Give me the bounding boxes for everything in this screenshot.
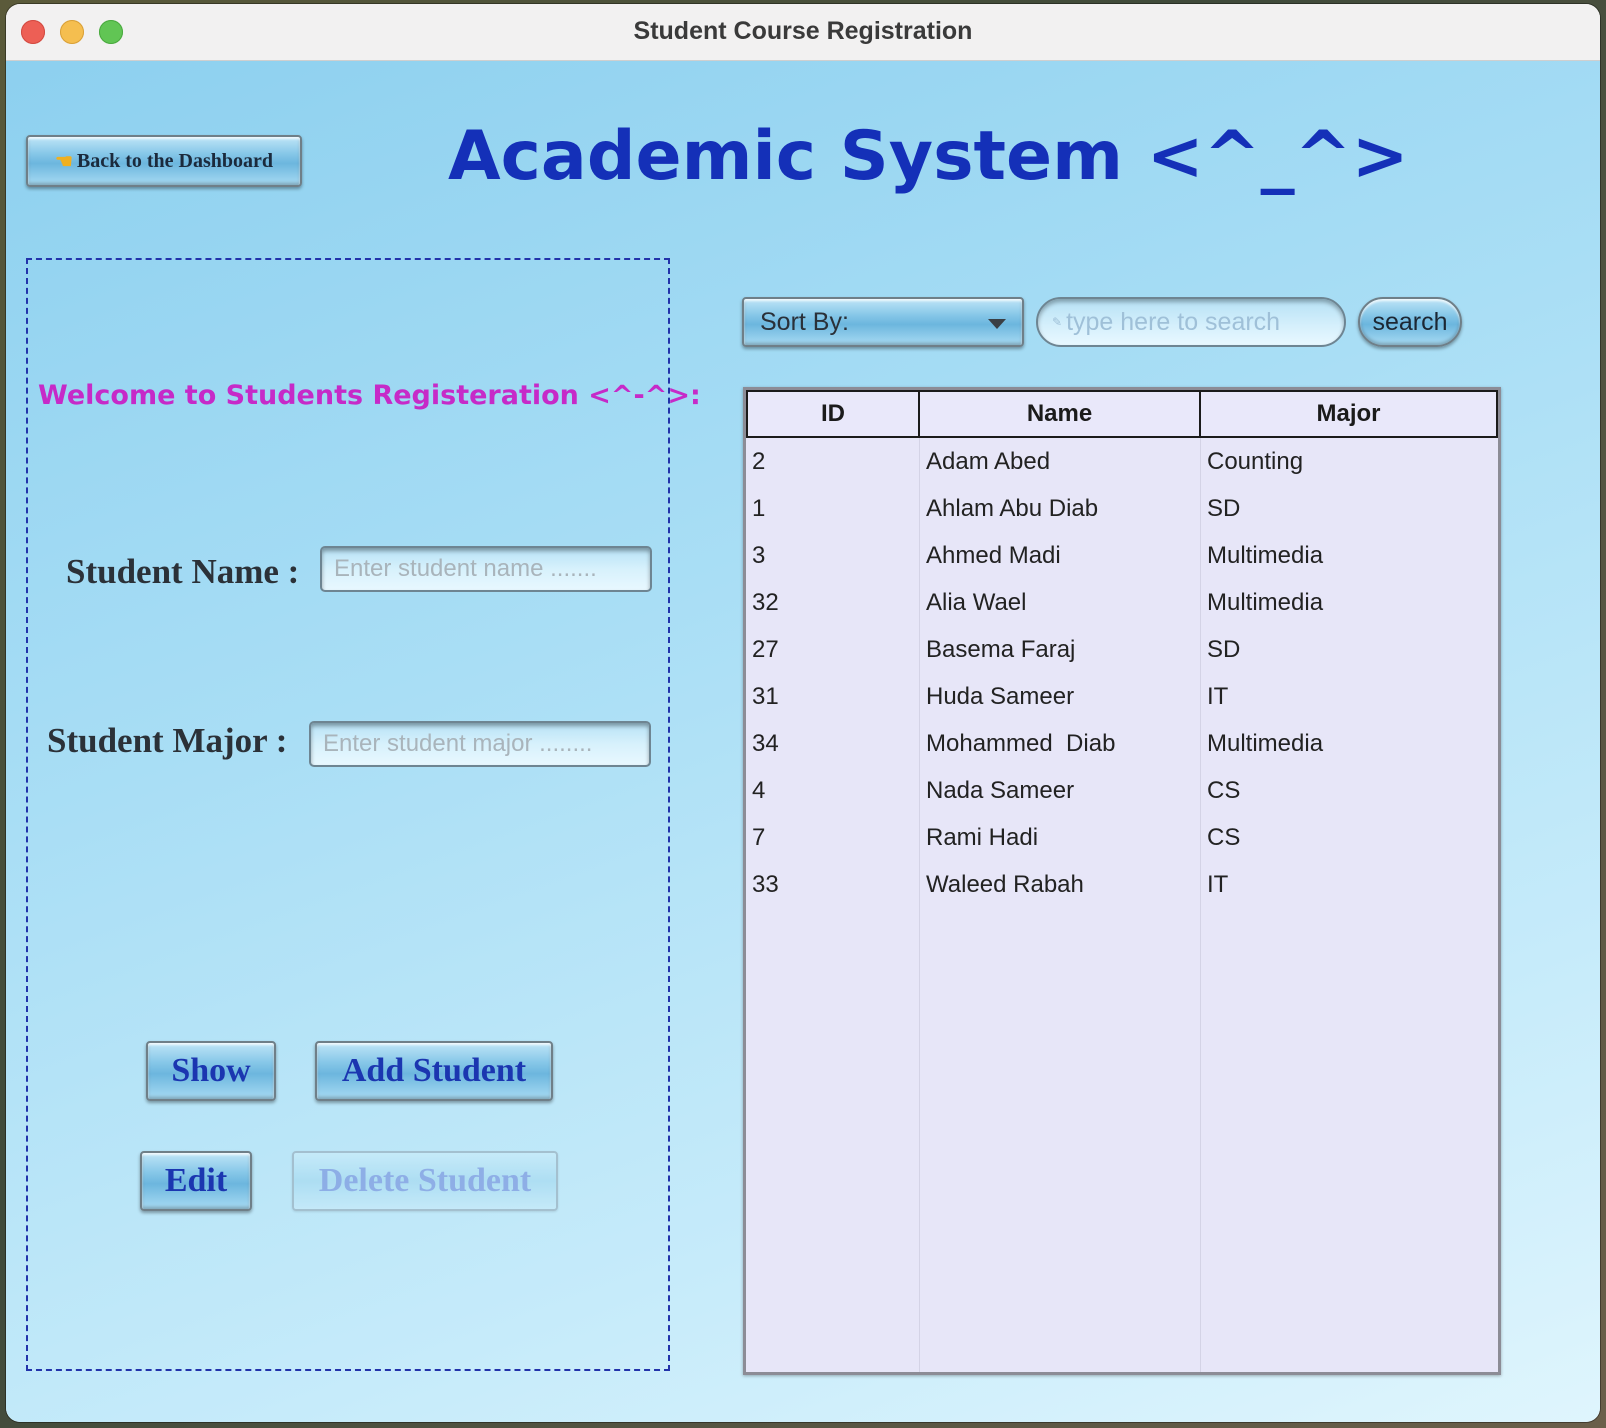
cell-name: Basema Faraj — [926, 635, 1076, 663]
welcome-heading: Welcome to Students Registeration <^-^>: — [38, 380, 701, 411]
table-row[interactable]: 1 Ahlam Abu Diab SD — [746, 485, 1498, 532]
edit-button[interactable]: Edit — [140, 1151, 252, 1211]
show-button[interactable]: Show — [146, 1041, 276, 1101]
chevron-down-icon — [988, 319, 1006, 329]
add-student-button[interactable]: Add Student — [315, 1041, 553, 1101]
cell-major: CS — [1207, 776, 1241, 804]
cell-major: Multimedia — [1207, 588, 1324, 616]
cell-id: 7 — [752, 823, 766, 851]
table-row[interactable]: 3 Ahmed Madi Multimedia — [746, 532, 1498, 579]
back-to-dashboard-button[interactable]: ☚ Back to the Dashboard — [26, 135, 302, 187]
cell-id: 34 — [752, 729, 779, 757]
table-row[interactable]: 34 Mohammed Diab Multimedia — [746, 720, 1498, 767]
cell-major: IT — [1207, 870, 1229, 898]
column-header-major[interactable]: Major — [1201, 390, 1498, 438]
cell-id: 3 — [752, 541, 766, 569]
table-row[interactable]: 31 Huda Sameer IT — [746, 673, 1498, 720]
app-title: Academic System <^_^> — [448, 117, 1409, 196]
cell-name: Ahlam Abu Diab — [926, 494, 1099, 522]
cell-name: Rami Hadi — [926, 823, 1039, 851]
cell-name: Huda Sameer — [926, 682, 1075, 710]
search-input[interactable] — [1064, 306, 1329, 338]
table-row[interactable]: 7 Rami Hadi CS — [746, 814, 1498, 861]
cell-major: Multimedia — [1207, 729, 1324, 757]
back-button-label: Back to the Dashboard — [76, 149, 274, 172]
cell-major: SD — [1207, 635, 1241, 663]
window-title: Student Course Registration — [633, 17, 973, 45]
title-bar: Student Course Registration — [6, 4, 1600, 61]
cell-major: SD — [1207, 494, 1241, 522]
registration-panel: Welcome to Students Registeration <^-^>:… — [26, 258, 701, 1371]
cell-major: Counting — [1207, 447, 1304, 475]
column-header-id[interactable]: ID — [746, 390, 920, 438]
cell-name: Ahmed Madi — [926, 541, 1061, 569]
student-name-label: Student Name : — [66, 552, 300, 591]
students-table: ID Name Major 2 Adam Abed Counting 1 Ahl… — [743, 387, 1501, 1375]
table-row[interactable]: 27 Basema Faraj SD — [746, 626, 1498, 673]
student-name-input[interactable] — [320, 546, 652, 592]
cell-id: 1 — [752, 494, 766, 522]
main-content: ☚ Back to the Dashboard Academic System … — [6, 61, 1600, 1422]
pencil-icon: ✎ — [1052, 315, 1063, 329]
sort-by-label: Sort By: — [760, 307, 849, 336]
cell-name: Waleed Rabah — [926, 870, 1084, 898]
cell-major: IT — [1207, 682, 1229, 710]
search-field[interactable]: ✎ — [1036, 297, 1346, 347]
column-header-name[interactable]: Name — [920, 390, 1201, 438]
table-row[interactable]: 33 Waleed Rabah IT — [746, 861, 1498, 908]
table-body: 2 Adam Abed Counting 1 Ahlam Abu Diab SD… — [746, 438, 1498, 908]
cell-name: Mohammed Diab — [926, 729, 1116, 757]
cell-id: 4 — [752, 776, 766, 804]
student-major-label: Student Major : — [47, 721, 288, 760]
cell-id: 27 — [752, 635, 779, 663]
search-button[interactable]: search — [1358, 297, 1462, 347]
table-row[interactable]: 2 Adam Abed Counting — [746, 438, 1498, 485]
cell-id: 33 — [752, 870, 779, 898]
sort-by-dropdown[interactable]: Sort By: — [742, 297, 1024, 347]
table-row[interactable]: 32 Alia Wael Multimedia — [746, 579, 1498, 626]
app-window: Student Course Registration ☚ Back to th… — [6, 4, 1600, 1422]
cell-name: Alia Wael — [926, 588, 1027, 616]
table-row[interactable]: 4 Nada Sameer CS — [746, 767, 1498, 814]
cell-id: 32 — [752, 588, 779, 616]
delete-student-button: Delete Student — [292, 1151, 558, 1211]
pointing-hand-icon: ☚ — [54, 150, 73, 173]
cell-major: CS — [1207, 823, 1241, 851]
cell-name: Adam Abed — [926, 447, 1051, 475]
cell-id: 31 — [752, 682, 779, 710]
table-header: ID Name Major — [746, 390, 1498, 438]
cell-major: Multimedia — [1207, 541, 1324, 569]
student-major-input[interactable] — [309, 721, 651, 767]
cell-name: Nada Sameer — [926, 776, 1075, 804]
cell-id: 2 — [752, 447, 766, 475]
